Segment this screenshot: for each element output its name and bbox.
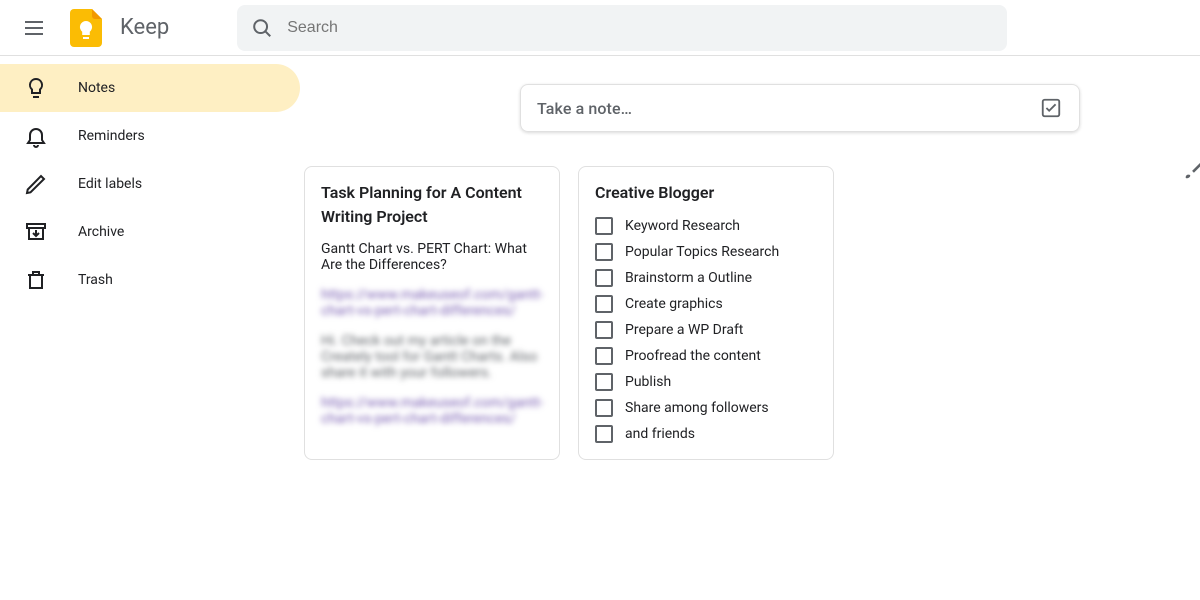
checklist-item[interactable]: Prepare a WP Draft <box>595 321 817 339</box>
checklist-item[interactable]: Keyword Research <box>595 217 817 235</box>
trash-icon <box>24 268 48 292</box>
checklist-label: Share among followers <box>625 400 769 416</box>
note-checklist: Keyword Research Popular Topics Research… <box>595 217 817 443</box>
checklist-item[interactable]: Publish <box>595 373 817 391</box>
checklist-label: Brainstorm a Outline <box>625 270 752 286</box>
sidebar-item-notes[interactable]: Notes <box>0 64 300 112</box>
note-card[interactable]: Task Planning for A Content Writing Proj… <box>304 166 560 460</box>
checkbox-icon[interactable] <box>595 243 613 261</box>
checklist-label: Create graphics <box>625 296 723 312</box>
checkbox-icon[interactable] <box>595 373 613 391</box>
checkbox-icon[interactable] <box>595 425 613 443</box>
search-icon <box>251 17 273 39</box>
note-link-blurred: https://www.makeuseof.com/gantt-chart-vs… <box>321 395 543 427</box>
checklist-item[interactable]: Share among followers <box>595 399 817 417</box>
checklist-label: Prepare a WP Draft <box>625 322 743 338</box>
checkbox-icon[interactable] <box>595 347 613 365</box>
note-body: Gantt Chart vs. PERT Chart: What Are the… <box>321 241 543 273</box>
note-title: Task Planning for A Content Writing Proj… <box>321 181 543 229</box>
checklist-item[interactable]: Proofread the content <box>595 347 817 365</box>
take-note-bar[interactable]: Take a note… <box>520 84 1080 132</box>
checklist-label: Keyword Research <box>625 218 740 234</box>
checklist-label: Popular Topics Research <box>625 244 779 260</box>
checklist-label: Publish <box>625 374 671 390</box>
search-bar[interactable] <box>237 5 1007 51</box>
checklist-item[interactable]: Create graphics <box>595 295 817 313</box>
checkbox-icon[interactable] <box>595 269 613 287</box>
sidebar-item-label: Trash <box>78 272 113 288</box>
app-name: Keep <box>120 15 169 40</box>
take-note-placeholder: Take a note… <box>537 99 1039 118</box>
checkbox-icon <box>1040 97 1062 119</box>
sidebar-item-edit-labels[interactable]: Edit labels <box>0 160 300 208</box>
pencil-icon <box>24 172 48 196</box>
new-list-button[interactable] <box>1039 96 1063 120</box>
sidebar-item-label: Notes <box>78 80 115 96</box>
checkbox-icon[interactable] <box>595 399 613 417</box>
new-drawing-button[interactable] <box>1182 159 1200 181</box>
checklist-item[interactable]: Brainstorm a Outline <box>595 269 817 287</box>
checkbox-icon[interactable] <box>595 295 613 313</box>
search-input[interactable] <box>287 19 993 37</box>
header: Keep <box>0 0 1200 56</box>
hamburger-icon <box>22 16 46 40</box>
archive-icon <box>24 220 48 244</box>
note-card[interactable]: Creative Blogger Keyword Research Popula… <box>578 166 834 460</box>
sidebar-item-reminders[interactable]: Reminders <box>0 112 300 160</box>
main-area: Take a note… Task Planning for A Content… <box>300 56 1200 600</box>
checklist-item[interactable]: and friends <box>595 425 817 443</box>
sidebar-item-label: Archive <box>78 224 124 240</box>
bell-icon <box>24 124 48 148</box>
checklist-item[interactable]: Popular Topics Research <box>595 243 817 261</box>
brush-icon <box>1182 159 1200 181</box>
sidebar-item-trash[interactable]: Trash <box>0 256 300 304</box>
sidebar-item-archive[interactable]: Archive <box>0 208 300 256</box>
lightbulb-icon <box>24 76 48 100</box>
checkbox-icon[interactable] <box>595 217 613 235</box>
note-title: Creative Blogger <box>595 181 817 205</box>
checkbox-icon[interactable] <box>595 321 613 339</box>
sidebar-item-label: Edit labels <box>78 176 142 192</box>
notes-grid: Task Planning for A Content Writing Proj… <box>304 166 1200 460</box>
sidebar: Notes Reminders Edit labels Archive Tras… <box>0 56 300 600</box>
checklist-label: and friends <box>625 426 695 442</box>
checklist-label: Proofread the content <box>625 348 761 364</box>
menu-button[interactable] <box>12 6 56 50</box>
sidebar-item-label: Reminders <box>78 128 145 144</box>
note-link-blurred: https://www.makeuseof.com/gantt-chart-vs… <box>321 287 543 319</box>
note-text-blurred: Hi. Check out my article on the Creately… <box>321 333 543 381</box>
keep-logo <box>66 8 106 48</box>
